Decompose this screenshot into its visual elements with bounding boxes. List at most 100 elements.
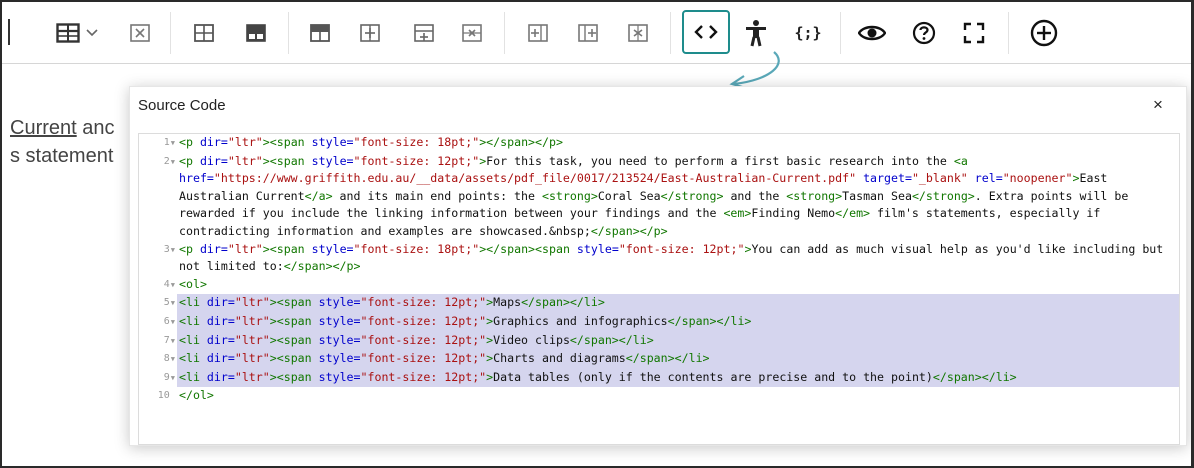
code-line[interactable]: 8▼ <li dir="ltr"><span style="font-size: … — [139, 350, 1179, 369]
delete-row-button[interactable] — [454, 16, 490, 50]
code-text[interactable]: <p dir="ltr"><span style="font-size: 18p… — [177, 241, 1179, 276]
code-line[interactable]: 1▼ <p dir="ltr"><span style="font-size: 1… — [139, 134, 1179, 153]
code-token: "https://www.griffith.edu.au/__data/asse… — [213, 171, 857, 186]
code-token: </span></li> — [569, 332, 654, 347]
code-text[interactable]: <p dir="ltr"><span style="font-size: 12p… — [177, 153, 1179, 241]
add-icon — [1030, 19, 1058, 47]
cell-properties-button[interactable] — [186, 16, 222, 50]
table-icon — [56, 23, 80, 43]
code-line[interactable]: 9▼ <li dir="ltr"><span style="font-size: … — [139, 368, 1179, 388]
code-text[interactable]: <li dir="ltr"><span style="font-size: 12… — [177, 312, 1179, 332]
code-line[interactable]: 3▼ <p dir="ltr"><span style="font-size: 1… — [139, 240, 1179, 276]
code-token: <strong> — [786, 188, 843, 203]
line-number-text: 1 — [163, 137, 170, 148]
fold-arrow-icon[interactable]: ▼ — [171, 374, 175, 382]
fold-arrow-icon[interactable]: ▼ — [171, 139, 175, 147]
code-token: <li — [179, 313, 207, 328]
code-text[interactable]: <li dir="ltr"><span style="font-size: 12… — [177, 350, 1179, 369]
code-line[interactable]: 6▼ <li dir="ltr"><span style="font-size: … — [139, 312, 1179, 332]
fullscreen-icon — [962, 21, 986, 45]
split-cells-button[interactable] — [406, 16, 442, 50]
code-line[interactable]: 2▼ <p dir="ltr"><span style="font-size: 1… — [139, 152, 1179, 241]
code-line[interactable]: 5▼ <li dir="ltr"><span style="font-size: … — [139, 294, 1179, 313]
code-token: "font-size: 12pt;" — [353, 153, 480, 168]
fold-arrow-icon[interactable]: ▼ — [171, 318, 175, 326]
code-token: "font-size: 12pt;" — [360, 295, 487, 310]
editor-link[interactable]: Current — [10, 117, 77, 139]
fold-arrow-icon[interactable]: ▼ — [171, 337, 175, 345]
line-number-text: 2 — [163, 155, 170, 167]
code-token: <em> — [723, 206, 752, 221]
code-text[interactable]: </ol> — [177, 387, 1179, 406]
table-cell-properties-icon — [193, 23, 215, 43]
preview-icon — [858, 23, 886, 43]
fullscreen-button[interactable] — [956, 16, 992, 50]
delete-table-icon — [129, 23, 151, 43]
code-sample-icon: {;} — [794, 24, 822, 42]
accessibility-icon — [744, 19, 768, 47]
toolbar: {;} — [2, 2, 1191, 64]
code-token: </span></li> — [667, 313, 752, 328]
insert-row-after-button[interactable] — [352, 16, 388, 50]
fold-arrow-icon[interactable]: ▼ — [171, 281, 175, 289]
code-token: dir= — [199, 153, 228, 168]
code-token: Tasman Sea — [842, 188, 912, 203]
code-token: ></span><span — [479, 241, 577, 256]
fold-arrow-icon[interactable]: ▼ — [171, 158, 175, 166]
preview-button[interactable] — [854, 16, 890, 50]
delete-column-button[interactable] — [620, 16, 656, 50]
line-number-text: 7 — [163, 334, 170, 346]
code-token: ></span></p> — [479, 135, 563, 149]
code-token: ><span — [262, 153, 312, 168]
table-insert-row-before-icon — [309, 23, 331, 43]
accessibility-button[interactable] — [738, 16, 774, 50]
fold-arrow-icon[interactable]: ▼ — [171, 299, 175, 307]
code-token: dir= — [206, 351, 235, 366]
source-code-editor[interactable]: 1▼ <p dir="ltr"><span style="font-size: 1… — [138, 133, 1180, 445]
editor-line-1: Current anc — [10, 114, 115, 142]
editor-text-run: anc — [76, 117, 115, 139]
insert-column-after-button[interactable] — [570, 16, 606, 50]
code-token: and its main end points: the — [332, 188, 542, 203]
editor-content: Current anc s statement — [10, 114, 115, 170]
code-token: </ol> — [179, 388, 214, 403]
fold-arrow-icon[interactable]: ▼ — [171, 355, 175, 363]
toolbar-separator — [840, 12, 841, 54]
code-token: </span></li> — [932, 369, 1017, 384]
add-button[interactable] — [1026, 16, 1062, 50]
editor-line-2: s statement — [10, 145, 114, 167]
line-number-text: 5 — [163, 297, 170, 309]
code-line[interactable]: 7▼ <li dir="ltr"><span style="font-size: … — [139, 331, 1179, 351]
code-token: "ltr" — [234, 332, 270, 347]
merge-cells-button[interactable] — [238, 16, 274, 50]
code-text[interactable]: <li dir="ltr"><span style="font-size: 12… — [177, 331, 1179, 351]
code-line[interactable]: 10▼</ol> — [139, 387, 1179, 406]
code-text[interactable]: <ol> — [177, 276, 1179, 295]
line-number-text: 10 — [157, 390, 170, 402]
code-token: "font-size: 12pt;" — [360, 313, 487, 328]
delete-table-button[interactable] — [122, 16, 158, 50]
code-line[interactable]: 4▼ <ol> — [139, 275, 1179, 295]
source-code-button[interactable] — [682, 10, 730, 54]
code-sample-button[interactable]: {;} — [790, 16, 826, 50]
insert-row-before-button[interactable] — [302, 16, 338, 50]
fold-arrow-icon[interactable]: ▼ — [171, 246, 175, 254]
code-token: "noopener" — [1002, 171, 1073, 186]
table-dropdown-button[interactable] — [48, 16, 106, 50]
table-insert-column-before-icon — [527, 23, 549, 43]
help-button[interactable] — [906, 16, 942, 50]
code-text[interactable]: <li dir="ltr"><span style="font-size: 12… — [177, 368, 1179, 388]
table-insert-column-after-icon — [577, 23, 599, 43]
toolbar-separator — [1008, 12, 1009, 54]
code-text[interactable]: <li dir="ltr"><span style="font-size: 12… — [177, 294, 1179, 313]
toolbar-separator — [170, 12, 171, 54]
code-token: </a> — [304, 188, 333, 203]
code-text[interactable]: <p dir="ltr"><span style="font-size: 18p… — [177, 134, 1179, 153]
close-icon[interactable]: × — [1148, 95, 1168, 115]
code-token: style= — [318, 351, 361, 366]
code-token: style= — [318, 313, 361, 328]
toolbar-separator — [288, 12, 289, 54]
insert-column-before-button[interactable] — [520, 16, 556, 50]
code-token: </span></li> — [625, 351, 710, 366]
code-token: ><span — [269, 351, 319, 366]
